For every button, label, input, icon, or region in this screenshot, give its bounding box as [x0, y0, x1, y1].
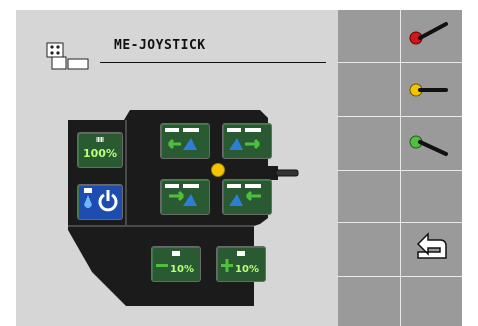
down-left-button[interactable]: [160, 179, 210, 215]
right-arrow-button[interactable]: [222, 123, 272, 159]
joystick-panel: 100% 10% 10%: [64, 106, 304, 311]
page-title: ME-JOYSTICK: [114, 38, 206, 53]
down-right-button[interactable]: [222, 179, 272, 215]
joystick-red-button[interactable]: [400, 10, 462, 62]
softkey-divider: [338, 222, 462, 223]
main-area: ME-JOYSTICK 100% 10% 10%: [16, 10, 338, 326]
joystick-green-button[interactable]: [400, 118, 462, 170]
center-indicator: [211, 163, 225, 177]
title-underline: [100, 62, 326, 63]
softkey-divider: [338, 170, 462, 171]
joystick-yellow-button[interactable]: [400, 64, 462, 116]
rate-plus-button[interactable]: 10%: [216, 246, 266, 282]
screen: ME-JOYSTICK 100% 10% 10%: [16, 10, 462, 326]
softkey-divider: [338, 276, 462, 277]
left-arrow-button[interactable]: [160, 123, 210, 159]
power-button[interactable]: [77, 184, 123, 220]
app-icon: [46, 42, 90, 72]
softkey-divider: [338, 116, 462, 117]
softkey-bar: [338, 10, 462, 326]
rate-minus-button[interactable]: 10%: [151, 246, 201, 282]
rate-100-label: 100%: [83, 147, 117, 160]
rate-plus-label: 10%: [235, 264, 259, 275]
softkey-divider: [338, 62, 462, 63]
return-button[interactable]: [400, 224, 462, 276]
rate-minus-label: 10%: [170, 264, 194, 275]
rate-100-button[interactable]: 100%: [77, 132, 123, 168]
